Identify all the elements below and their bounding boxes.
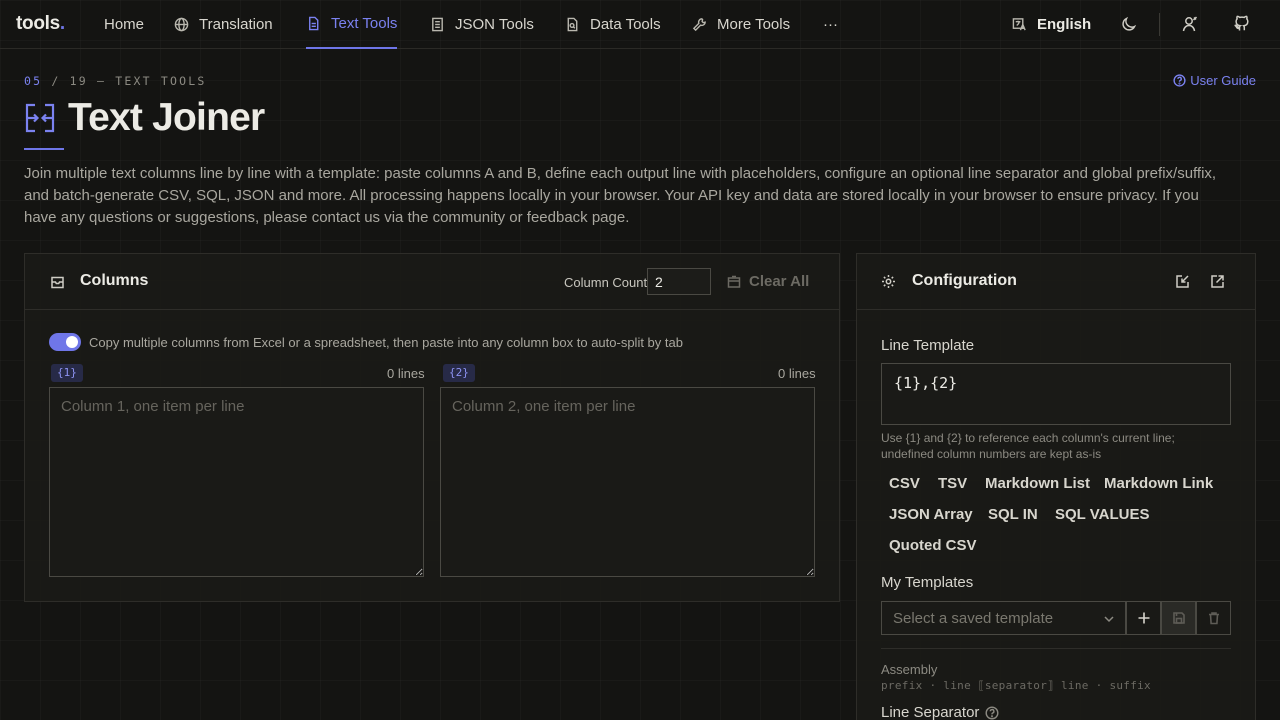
language-label: English [1037,16,1092,33]
auto-split-description: Copy multiple columns from Excel or a sp… [89,335,683,350]
logo[interactable]: tools. [16,13,65,35]
preset-sql-values[interactable]: SQL VALUES [1055,506,1149,523]
chevron-down-icon [1104,616,1114,623]
line-template-label: Line Template [881,337,975,354]
gear-icon [881,274,896,294]
github-link[interactable] [1231,13,1253,35]
export-config-button[interactable] [1210,274,1225,294]
preset-sql-in[interactable]: SQL IN [988,506,1038,523]
clear-all-label: Clear All [749,273,810,290]
configuration-panel: Configuration Line Template {1},{2} Use … [856,253,1256,720]
breadcrumb: 05 / 19 — TEXT TOOLS [24,74,206,88]
line-template-input[interactable]: {1},{2} [881,363,1231,425]
import-icon [1176,275,1189,288]
search-document-icon [567,17,578,32]
account-button[interactable] [1179,13,1201,35]
column-2-tag: {2} [443,364,475,382]
page-title: Text Joiner [68,96,265,139]
breadcrumb-index: 05 [24,74,43,88]
line-separator-label: Line Separator [881,704,980,720]
configuration-title: Configuration [912,272,1017,289]
theme-toggle[interactable] [1118,13,1140,35]
nav-text-tools[interactable]: Text Tools [306,0,398,49]
nav-more-tools-label: More Tools [717,16,791,33]
column-count-label: Column Count [564,275,648,290]
language-icon [1012,18,1026,31]
globe-icon [174,17,189,32]
nav-home[interactable]: Home [104,0,144,49]
assembly-formula: prefix · line ⟦separator⟧ line · suffix [881,679,1151,692]
user-icon [1182,16,1198,32]
nav-divider [1159,13,1160,36]
preset-quoted-csv[interactable]: Quoted CSV [889,537,977,554]
preset-markdown-link[interactable]: Markdown Link [1104,475,1213,492]
nav-text-tools-label: Text Tools [331,15,398,32]
auto-split-toggle[interactable] [49,333,81,351]
assembly-label: Assembly [881,662,938,677]
eraser-icon [727,275,741,288]
nav-json-tools-label: JSON Tools [455,16,534,33]
configuration-panel-header: Configuration [857,254,1255,310]
text-joiner-icon [24,102,56,134]
title-underline [24,148,64,150]
moon-icon [1122,16,1137,31]
saved-template-placeholder: Select a saved template [893,610,1054,627]
clear-all-button[interactable]: Clear All [727,273,809,290]
config-divider [881,648,1231,649]
nav-overflow-menu[interactable]: ··· [823,0,838,49]
nav-json-tools[interactable]: JSON Tools [430,0,534,49]
columns-title: Columns [80,272,149,289]
document-icon [309,16,319,31]
save-template-button[interactable] [1161,601,1196,635]
import-config-button[interactable] [1175,274,1190,294]
toggle-knob [66,336,78,348]
preset-markdown-list[interactable]: Markdown List [985,475,1090,492]
user-guide-label: User Guide [1190,73,1256,88]
user-guide-link[interactable]: User Guide [1173,73,1256,88]
save-icon [1172,612,1185,624]
nav-more-tools[interactable]: More Tools [692,0,790,49]
external-link-icon [1211,275,1224,288]
saved-template-select[interactable]: Select a saved template [881,601,1126,635]
nav-translation[interactable]: Translation [174,0,273,49]
nav-home-label: Home [104,16,145,33]
plus-icon [1138,612,1149,624]
columns-panel: Columns Column Count Clear All Copy mult… [24,253,840,602]
language-switcher[interactable]: English [1012,0,1091,49]
my-templates-label: My Templates [881,574,974,591]
preset-tsv[interactable]: TSV [938,475,967,492]
github-icon [1234,15,1249,31]
add-template-button[interactable] [1126,601,1161,635]
help-circle-icon [1173,74,1186,87]
trash-icon [1208,612,1219,625]
nav-data-tools[interactable]: Data Tools [565,0,661,49]
breadcrumb-text: / 19 — TEXT TOOLS [42,74,207,88]
logo-text: tools [16,13,60,34]
top-nav: tools. Home Translation Text Tools JSON … [0,0,1280,49]
column-count-input[interactable] [647,268,711,295]
columns-panel-header: Columns Column Count Clear All [25,254,839,310]
logo-dot: . [59,13,65,34]
more-icon: ··· [823,16,838,33]
line-template-hint: Use {1} and {2} to reference each column… [881,431,1175,461]
nav-translation-label: Translation [199,16,273,33]
column-2-line-count: 0 lines [778,366,816,381]
help-icon[interactable] [985,705,999,720]
column-1-input[interactable] [49,387,424,577]
archive-icon [50,275,65,295]
wrench-icon [692,18,706,32]
page-description: Join multiple text columns line by line … [24,165,1217,226]
column-1-tag: {1} [51,364,83,382]
column-1-line-count: 0 lines [387,366,425,381]
delete-template-button[interactable] [1196,601,1231,635]
line-separator-heading: Line Separator [881,704,999,720]
preset-csv[interactable]: CSV [889,475,920,492]
list-document-icon [432,17,443,32]
column-2-input[interactable] [440,387,815,577]
nav-data-tools-label: Data Tools [590,16,661,33]
preset-json-array[interactable]: JSON Array [889,506,973,523]
